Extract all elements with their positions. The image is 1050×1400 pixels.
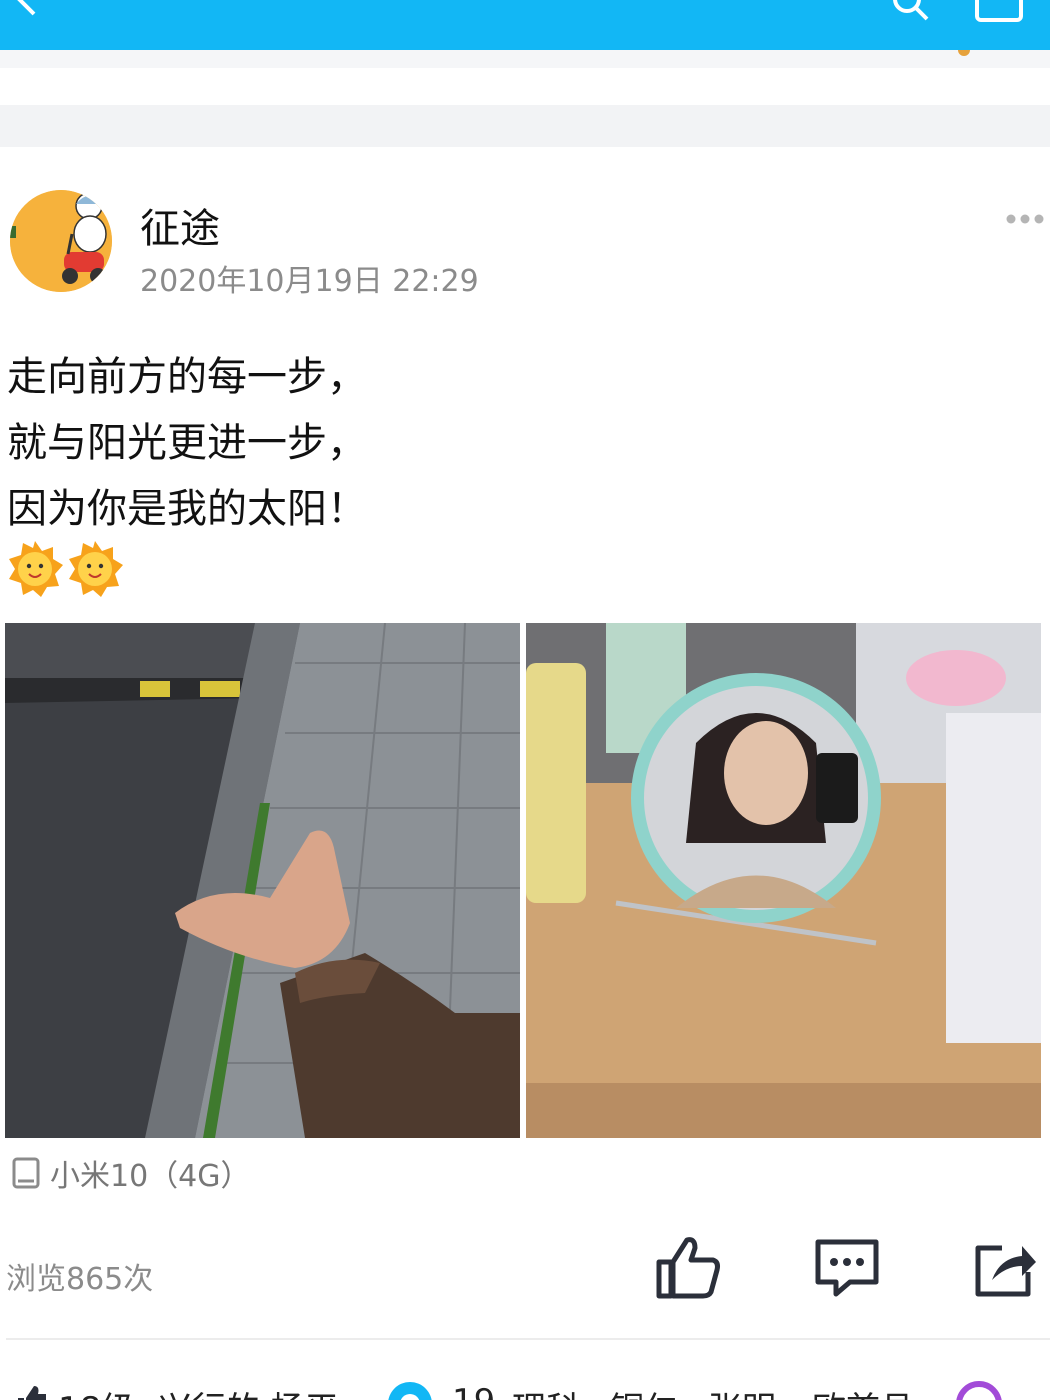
post-text-line: 因为你是我的太阳！ [7,486,367,532]
purple-badge-icon [956,1381,1002,1400]
post-divider [6,1338,1050,1340]
thumbs-up-small-icon [18,1386,46,1400]
peek-text: 兴行的 杨平 [158,1382,339,1400]
post-body: 走向前方的每一步， 就与阳光更进一步， 因为你是我的太阳！ [7,344,367,542]
post-text-line: 就与阳光更进一步， [7,420,367,466]
peek-text: 18级 [58,1382,135,1400]
post-timestamp: 2020年10月19日 22:29 [140,264,479,299]
peek-text: 铜仁 [610,1382,678,1400]
search-icon[interactable] [890,0,930,22]
peek-text: 19 [452,1382,495,1400]
badge-circle-icon [388,1382,432,1400]
post-photo-hand[interactable] [5,623,520,1138]
next-item-peek: 18级 兴行的 杨平 19 理科 铜仁 张明 欧首县 [0,1374,1050,1400]
view-count: 浏览865次 [6,1262,154,1297]
sun-emoji-icon [9,541,63,597]
section-separator [0,105,1050,147]
device-name: 小米10（4G） [50,1159,251,1194]
share-icon[interactable] [972,1236,1038,1300]
top-navigation-bar [0,0,1050,50]
back-arrow-icon[interactable] [10,0,46,18]
peek-text: 张明 [708,1382,776,1400]
author-name[interactable]: 征途 [140,196,220,254]
more-options-icon[interactable] [1004,210,1046,228]
post-photo-mirror[interactable] [526,623,1041,1138]
phone-icon [12,1157,40,1189]
avatar[interactable] [10,190,112,292]
avatar-image [10,190,112,292]
comment-icon[interactable] [814,1236,880,1300]
like-icon[interactable] [655,1236,721,1300]
header-bottom-strip [0,50,1050,68]
notification-dot-icon [958,50,970,56]
sun-emoji-row [9,541,123,597]
device-info: 小米10（4G） [12,1153,251,1194]
peek-text: 欧首县 [812,1382,914,1400]
menu-icon[interactable] [975,0,1023,22]
sun-emoji-icon [69,541,123,597]
peek-text: 理科 [512,1382,580,1400]
post-text-line: 走向前方的每一步， [7,354,367,400]
